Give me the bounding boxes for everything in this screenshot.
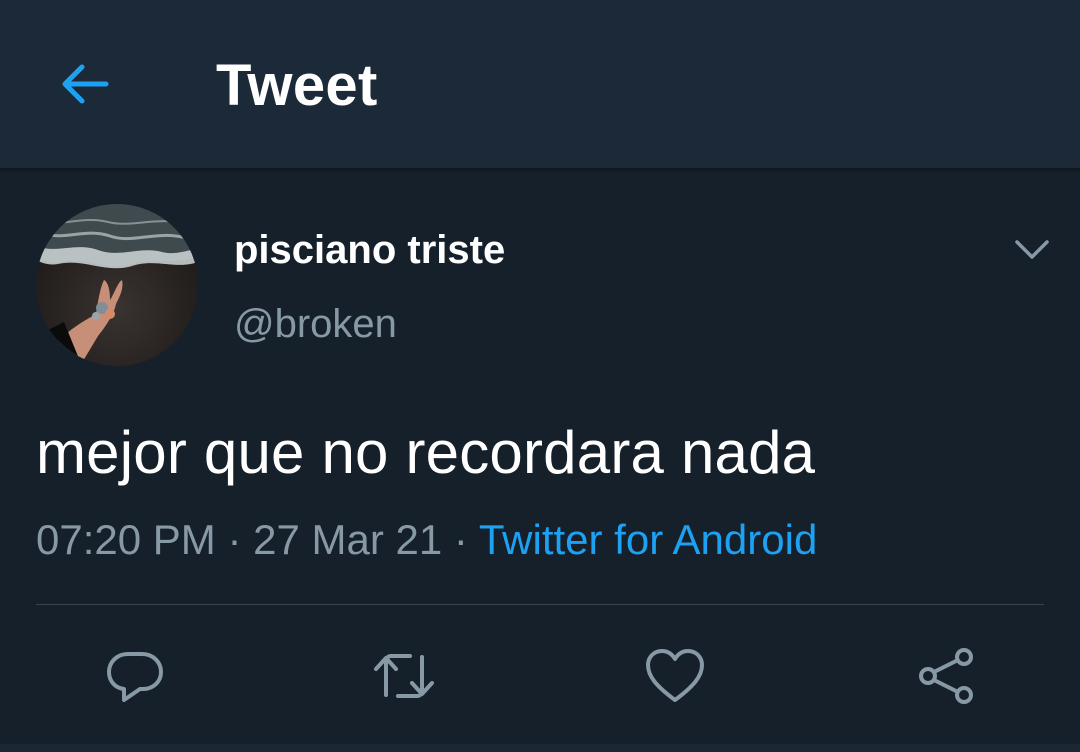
- retweet-button[interactable]: [368, 640, 440, 712]
- reply-button[interactable]: [99, 640, 171, 712]
- meta-separator: ·: [227, 516, 242, 563]
- meta-separator: ·: [453, 516, 468, 563]
- tweet-date: 27 Mar 21: [253, 516, 443, 563]
- avatar-image: [36, 204, 198, 366]
- retweet-icon: [374, 654, 434, 698]
- avatar[interactable]: [36, 204, 198, 366]
- bottom-divider: [0, 744, 1080, 752]
- like-button[interactable]: [639, 640, 711, 712]
- tweet-options-button[interactable]: [1006, 228, 1058, 272]
- page-title: Tweet: [216, 53, 378, 118]
- author-display-name[interactable]: pisciano triste: [234, 228, 505, 273]
- heart-icon: [646, 649, 704, 702]
- divider: [36, 604, 1044, 605]
- tweet-time: 07:20 PM: [36, 516, 216, 563]
- tweet-metadata: 07:20 PM · 27 Mar 21 · Twitter for Andro…: [36, 516, 817, 564]
- author-handle[interactable]: @broken: [234, 302, 397, 347]
- tweet-source-link[interactable]: Twitter for Android: [479, 516, 817, 563]
- share-button[interactable]: [910, 640, 982, 712]
- share-icon: [919, 648, 973, 704]
- reply-icon: [107, 652, 163, 702]
- tweet-text: mejor que no recordara nada: [36, 419, 816, 486]
- top-app-bar: Tweet: [0, 0, 1080, 168]
- chevron-down-icon: [1015, 240, 1049, 259]
- tweet-detail-screen: Tweet pisciano triste @broken mejor que …: [0, 0, 1080, 752]
- arrow-left-icon: [62, 64, 109, 104]
- back-button[interactable]: [52, 56, 116, 112]
